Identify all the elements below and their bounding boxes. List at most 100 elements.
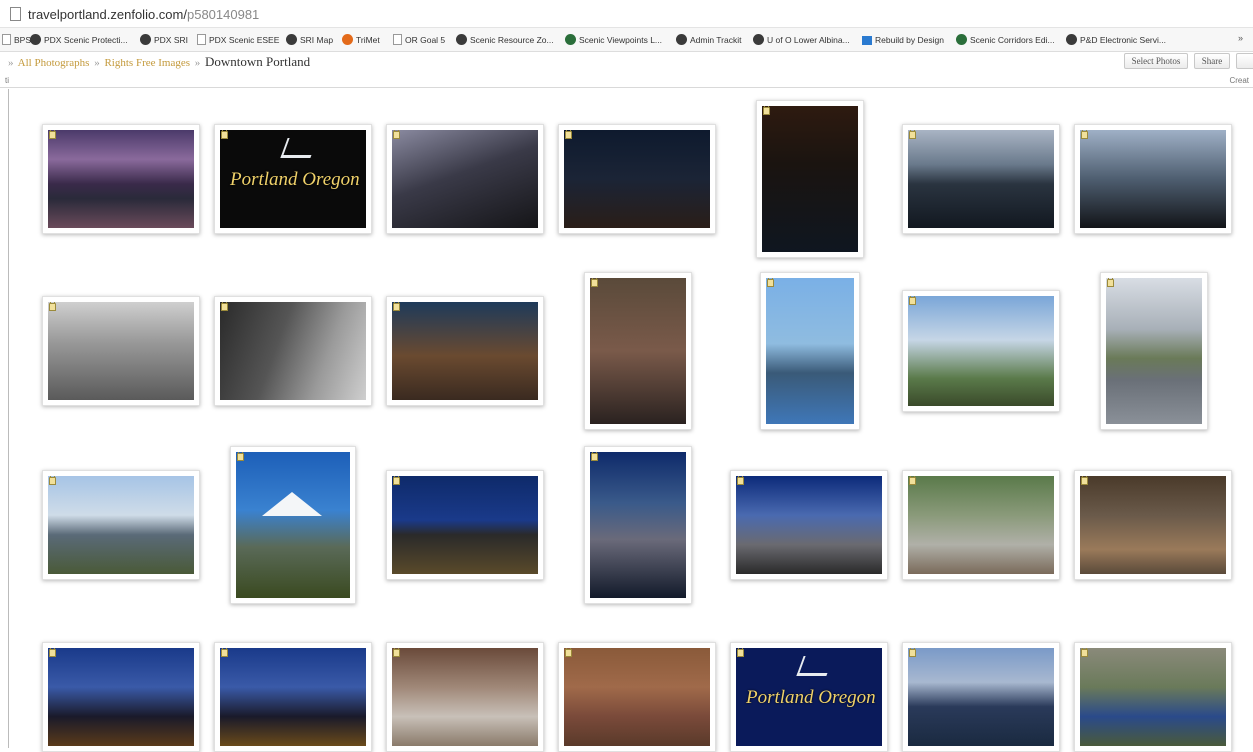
lock-icon <box>763 106 770 115</box>
lock-icon <box>737 648 744 657</box>
sign-lettering: Portland Oregon <box>230 169 360 190</box>
bookmark-item[interactable]: Scenic Viewpoints L... <box>565 33 662 47</box>
page-icon <box>197 34 206 45</box>
thumb-shadow-steps[interactable] <box>214 296 372 406</box>
slideshow-button[interactable] <box>1236 53 1253 69</box>
globe-icon <box>286 34 297 45</box>
bookmark-label: P&D Electronic Servi... <box>1080 35 1166 45</box>
breadcrumb-separator: » <box>194 57 201 69</box>
lock-icon <box>737 476 744 485</box>
breadcrumb-separator: » <box>8 57 14 69</box>
bookmark-item[interactable]: Admin Trackit <box>676 33 742 47</box>
bookmark-item[interactable]: U of O Lower Albina... <box>753 33 850 47</box>
thumb-signpost-plaza[interactable] <box>902 290 1060 412</box>
thumb-light-canopy-dusk[interactable] <box>730 470 888 580</box>
photo-image: Portland Oregon <box>736 648 882 746</box>
photo-image <box>762 106 858 252</box>
thumb-park-blocks-bench[interactable] <box>902 470 1060 580</box>
globe-icon <box>753 34 764 45</box>
breadcrumb: » All Photographs » Rights Free Images »… <box>6 54 310 70</box>
lock-icon <box>393 648 400 657</box>
bookmark-label: PDX SRI <box>154 35 189 45</box>
bookmark-label: SRI Map <box>300 35 334 45</box>
globe-icon <box>676 34 687 45</box>
bookmark-item[interactable]: TriMet <box>342 33 380 47</box>
photo-image <box>766 278 854 424</box>
thumb-skyline-from-river[interactable] <box>902 124 1060 234</box>
thumb-city-lights-hood-1[interactable] <box>42 642 200 752</box>
address-bar[interactable]: travelportland.zenfolio.com/p580140981 <box>0 0 1253 28</box>
lock-icon <box>565 130 572 139</box>
stag-icon <box>280 137 318 158</box>
thumb-mt-hood[interactable] <box>230 446 356 604</box>
lock-icon <box>49 648 56 657</box>
page-icon <box>393 34 402 45</box>
thumb-portland-oregon-sign-dusk[interactable]: Portland Oregon <box>730 642 888 752</box>
thumb-white-stag-dusk[interactable] <box>386 124 544 234</box>
lock-icon <box>393 302 400 311</box>
bookmark-item[interactable]: OR Goal 5 <box>393 33 445 47</box>
photo-image <box>392 130 538 228</box>
bookmark-item[interactable]: PDX Scenic ESEE <box>197 33 279 47</box>
breadcrumb-current: Downtown Portland <box>205 54 311 69</box>
lock-icon <box>221 302 228 311</box>
select-photos-button[interactable]: Select Photos <box>1124 53 1188 69</box>
thumb-building-plaza[interactable] <box>42 296 200 406</box>
photo-image <box>220 648 366 746</box>
mountain-peak <box>262 492 322 516</box>
thumb-cafe-street[interactable] <box>1074 470 1232 580</box>
bookmark-item[interactable]: Scenic Corridors Edi... <box>956 33 1055 47</box>
thumb-aerial-square[interactable] <box>558 642 716 752</box>
thumb-river-cruise-boat[interactable] <box>902 642 1060 752</box>
photo-image: Portland Oregon <box>220 130 366 228</box>
lock-icon <box>393 476 400 485</box>
photo-image <box>1080 648 1226 746</box>
photo-image <box>1080 476 1226 574</box>
bookmark-label: Scenic Viewpoints L... <box>579 35 662 45</box>
thumb-bike-silhouette[interactable] <box>1074 124 1232 234</box>
thumb-hawthorne-bridge-night[interactable] <box>42 124 200 234</box>
bookmark-label: PDX Scenic ESEE <box>209 35 280 45</box>
thumb-steel-bridge-kayak[interactable] <box>760 272 860 430</box>
thumb-fountain-kids[interactable] <box>386 642 544 752</box>
bookmark-label: TriMet <box>356 35 380 45</box>
sidebar-divider <box>8 89 9 748</box>
thumb-light-canopy-night[interactable] <box>584 446 692 604</box>
globe-icon <box>456 34 467 45</box>
bookmark-item[interactable]: PDX SRI <box>140 33 188 47</box>
lock-icon <box>909 476 916 485</box>
green-globe-icon <box>956 34 967 45</box>
bookmark-item[interactable]: Rebuild by Design <box>862 33 944 47</box>
share-button[interactable]: Share <box>1194 53 1230 69</box>
thumb-portland-oregon-sign[interactable]: Portland Oregon <box>214 124 372 234</box>
lock-icon <box>565 648 572 657</box>
globe-icon <box>30 34 41 45</box>
thumb-river-train[interactable] <box>1100 272 1208 430</box>
thumb-pedicab-night[interactable] <box>386 296 544 406</box>
thumb-umbrella-market[interactable] <box>1074 642 1232 752</box>
photo-image <box>590 452 686 598</box>
photo-image <box>908 476 1054 574</box>
bookmarks-overflow-icon[interactable]: » <box>1238 33 1243 43</box>
bookmark-item[interactable]: BPS <box>2 33 31 47</box>
bookmark-item[interactable]: PDX Scenic Protecti... <box>30 33 128 47</box>
bookmark-item[interactable]: Scenic Resource Zo... <box>456 33 554 47</box>
lock-icon <box>49 476 56 485</box>
lock-icon <box>237 452 244 461</box>
thumb-street-night-sign[interactable] <box>558 124 716 234</box>
trimet-icon <box>342 34 353 45</box>
url-text[interactable]: travelportland.zenfolio.com/p580140981 <box>28 7 259 22</box>
thumb-bridge-blue-hour[interactable] <box>386 470 544 580</box>
bookmark-item[interactable]: SRI Map <box>286 33 333 47</box>
photo-image <box>1080 130 1226 228</box>
thumb-couple-street[interactable] <box>584 272 692 430</box>
photo-image <box>392 648 538 746</box>
photo-image <box>590 278 686 424</box>
thumb-bike-esplanade[interactable] <box>42 470 200 580</box>
breadcrumb-rights-free-images[interactable]: Rights Free Images <box>104 57 190 69</box>
bookmark-item[interactable]: P&D Electronic Servi... <box>1066 33 1166 47</box>
thumb-city-lights-hood-2[interactable] <box>214 642 372 752</box>
lock-icon <box>909 296 916 305</box>
thumb-river-boat-night[interactable] <box>756 100 864 258</box>
breadcrumb-all-photographs[interactable]: All Photographs <box>18 57 90 69</box>
